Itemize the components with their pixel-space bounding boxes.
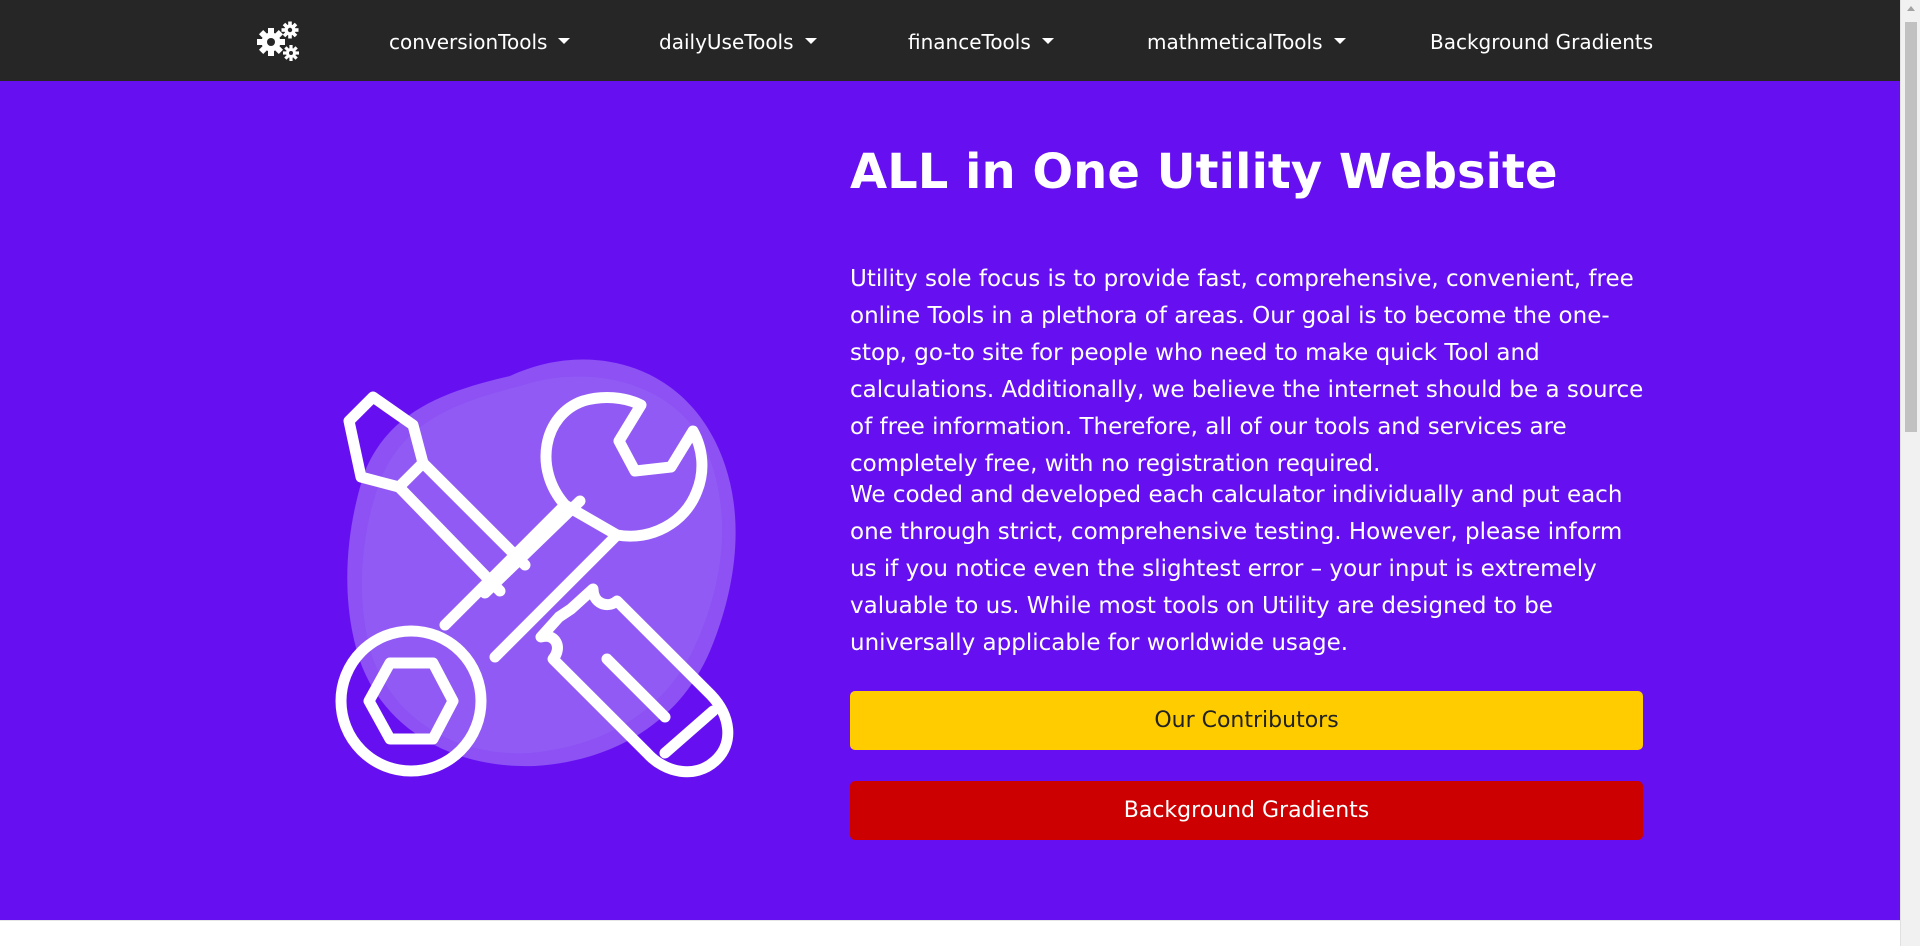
hero-paragraph-testing: We coded and developed each calculator i… [850, 482, 1623, 656]
nav-item-label: financeTools [908, 30, 1031, 54]
caret-down-icon [1041, 37, 1054, 44]
scroll-thumb[interactable] [1905, 22, 1917, 432]
hero-title: ALL in One Utility Website [850, 144, 1558, 200]
nav-item-conversion-tools[interactable]: conversionTools [389, 29, 571, 55]
nav-item-background-gradients[interactable]: Background Gradients [1430, 29, 1653, 55]
footer-edge [0, 920, 1900, 946]
scroll-up-arrow-icon[interactable] [1907, 6, 1915, 11]
tools-wrench-screwdriver-icon [335, 359, 736, 778]
nav-item-finance-tools[interactable]: financeTools [908, 29, 1054, 55]
nav-item-label: dailyUseTools [659, 30, 794, 54]
caret-down-icon [804, 37, 817, 44]
nav-item-label: conversionTools [389, 30, 548, 54]
vertical-scrollbar[interactable] [1900, 0, 1920, 946]
nav-item-label: mathmeticalTools [1147, 30, 1323, 54]
nav-item-daily-use-tools[interactable]: dailyUseTools [659, 29, 817, 55]
caret-down-icon [558, 37, 571, 44]
hero-paragraph-intro: Utility sole focus is to provide fast, c… [850, 266, 1644, 477]
background-gradients-button[interactable]: Background Gradients [850, 781, 1643, 840]
hero-section: ALL in One Utility Website Utility sole … [0, 81, 1900, 920]
our-contributors-button[interactable]: Our Contributors [850, 691, 1643, 750]
nav-item-mathmetical-tools[interactable]: mathmeticalTools [1147, 29, 1346, 55]
top-navbar: conversionTools dailyUseTools financeToo… [0, 0, 1900, 82]
gears-icon[interactable] [254, 20, 300, 62]
page: conversionTools dailyUseTools financeToo… [0, 0, 1900, 946]
caret-down-icon [1333, 37, 1346, 44]
nav-item-label: Background Gradients [1430, 30, 1654, 54]
